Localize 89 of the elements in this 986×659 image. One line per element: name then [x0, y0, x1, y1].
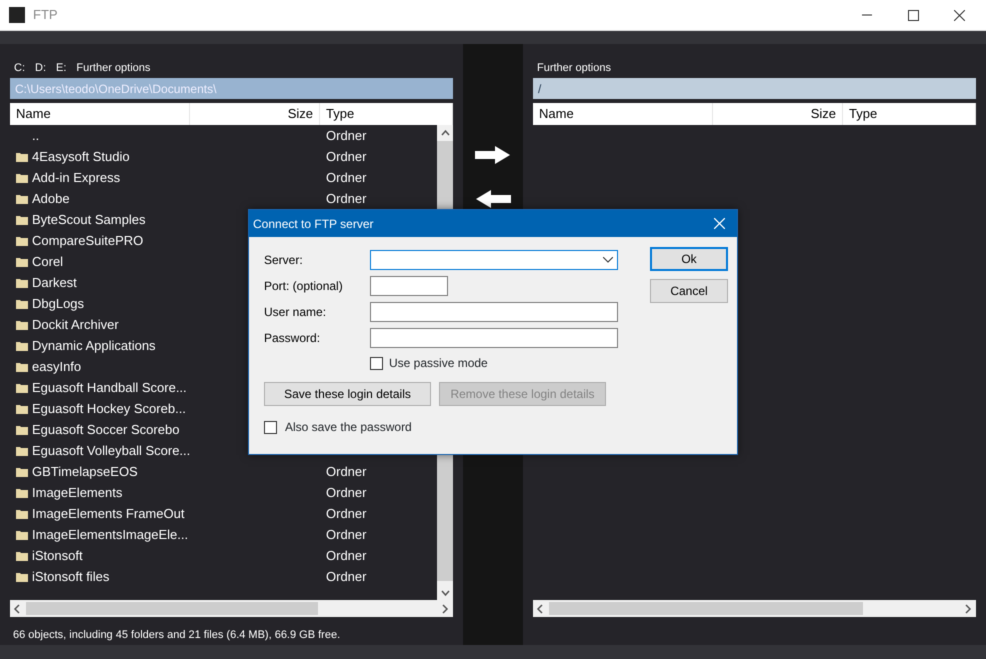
file-name[interactable]: iStonsoft — [32, 546, 83, 566]
folder-icon — [16, 572, 28, 582]
drive-link[interactable]: E: — [56, 60, 66, 76]
horizontal-scrollbar[interactable] — [10, 600, 453, 617]
horizontal-scrollbar[interactable] — [533, 600, 976, 617]
folder-icon — [16, 214, 28, 224]
file-name[interactable]: Eguasoft Hockey Scoreb... — [32, 398, 186, 418]
folder-icon — [16, 320, 28, 330]
file-type: Ordner — [325, 148, 366, 166]
folder-icon — [16, 508, 28, 518]
drive-link[interactable]: C: — [14, 60, 25, 76]
field-label: Port: (optional) — [264, 278, 344, 295]
file-name[interactable]: Add-in Express — [32, 168, 120, 188]
file-name[interactable]: DbgLogs — [32, 294, 84, 314]
file-name[interactable]: Corel — [32, 252, 64, 272]
checkbox[interactable] — [264, 420, 277, 434]
right-arrow-icon[interactable] — [475, 146, 511, 164]
file-name[interactable]: Eguasoft Volleyball Score... — [32, 440, 190, 460]
file-name[interactable]: Eguasoft Soccer Scorebo — [32, 420, 180, 440]
folder-icon — [16, 194, 28, 204]
folder-icon — [16, 278, 28, 288]
drive-link[interactable]: D: — [35, 60, 46, 76]
folder-icon — [16, 466, 28, 476]
window-title: FTP — [33, 6, 58, 24]
file-type: Ordner — [325, 568, 366, 586]
file-type: Ordner — [325, 462, 366, 481]
folder-icon — [16, 488, 28, 498]
path-field[interactable]: / — [533, 78, 976, 99]
column-header[interactable]: Name — [533, 103, 713, 125]
file-name[interactable]: 4Easysoft Studio — [32, 146, 130, 166]
file-type: Ordner — [325, 504, 366, 523]
folder-icon — [16, 550, 28, 560]
file-name[interactable]: ByteScout Samples — [32, 210, 146, 230]
options-link[interactable]: Further options — [76, 60, 150, 76]
file-name[interactable]: Darkest — [32, 272, 77, 292]
file-name[interactable]: CompareSuitePRO — [32, 230, 144, 250]
file-type: Ordner — [325, 526, 366, 544]
checkbox[interactable] — [370, 356, 383, 370]
ok-button[interactable]: Ok — [650, 247, 728, 271]
maximize-icon[interactable] — [908, 10, 918, 20]
save-details-button[interactable]: Save these login details — [264, 382, 431, 406]
cancel-button[interactable]: Cancel — [650, 279, 728, 303]
file-name[interactable]: Dockit Archiver — [32, 314, 119, 334]
column-header[interactable]: Type — [843, 103, 976, 125]
folder-icon — [16, 530, 28, 540]
close-icon[interactable] — [954, 10, 964, 20]
folder-icon — [16, 236, 28, 246]
input-field[interactable] — [370, 328, 618, 348]
file-name[interactable]: Eguasoft Handball Score... — [32, 378, 187, 398]
options-link[interactable]: Further options — [537, 60, 611, 76]
field-label: User name: — [264, 304, 328, 321]
folder-icon — [16, 172, 28, 182]
folder-icon — [16, 424, 28, 434]
file-name[interactable]: ImageElementsImageEle... — [32, 524, 188, 544]
file-name[interactable]: easyInfo — [32, 356, 82, 376]
checkbox-label: Use passive mode — [389, 355, 488, 372]
file-name[interactable]: ImageElements — [32, 482, 122, 502]
file-name[interactable]: Adobe — [32, 188, 70, 208]
field-label: Server: — [264, 252, 304, 269]
column-header[interactable]: Size — [190, 103, 320, 125]
folder-icon — [16, 382, 28, 392]
folder-icon — [16, 362, 28, 372]
file-type: Ordner — [325, 168, 366, 187]
file-name[interactable]: .. — [32, 126, 40, 146]
input-field[interactable] — [370, 276, 448, 296]
folder-icon — [16, 446, 28, 456]
checkbox-label: Also save the password — [285, 419, 412, 436]
file-type: Ordner — [325, 126, 366, 145]
file-type: Ordner — [325, 190, 366, 208]
server-combobox[interactable] — [370, 250, 618, 270]
input-field[interactable] — [370, 302, 618, 322]
folder-icon — [16, 340, 28, 350]
left-arrow-icon[interactable] — [475, 190, 511, 208]
folder-icon — [16, 256, 28, 266]
folder-icon — [16, 152, 28, 162]
field-label: Password: — [264, 330, 322, 347]
status-text: 66 objects, including 45 folders and 21 files (6.4 MB), 66.9 GB free. — [12, 628, 342, 643]
file-name[interactable]: iStonsoft files — [32, 566, 110, 586]
app-icon — [9, 7, 25, 23]
folder-icon — [16, 404, 28, 414]
dialog-title: Connect to FTP server — [253, 216, 374, 232]
column-header[interactable]: Size — [713, 103, 843, 125]
column-header[interactable]: Name — [10, 103, 190, 125]
file-type: Ordner — [325, 484, 366, 502]
folder-icon — [16, 298, 28, 308]
file-name[interactable]: Dynamic Applications — [32, 336, 156, 356]
file-name[interactable]: GBTimelapseEOS — [32, 462, 138, 482]
file-name[interactable]: ImageElements FrameOut — [32, 504, 184, 524]
file-type: Ordner — [325, 546, 366, 565]
